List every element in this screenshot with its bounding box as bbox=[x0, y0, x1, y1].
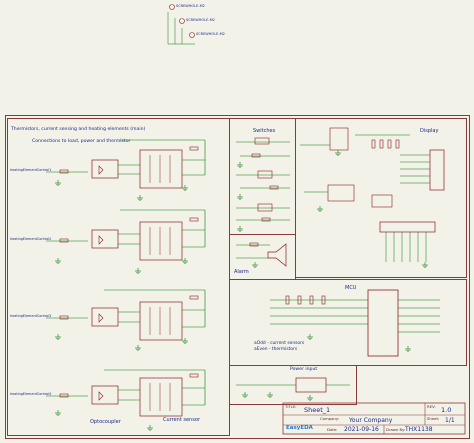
title-value: Sheet_1 bbox=[304, 406, 331, 414]
company-label: Company: bbox=[320, 416, 340, 421]
rev-label: REV: bbox=[427, 404, 436, 409]
sheet-label: Sheet: bbox=[427, 416, 440, 421]
company-value: Your Company bbox=[349, 417, 393, 424]
heating-channel-4 bbox=[46, 369, 206, 431]
mcu-circuit bbox=[270, 289, 440, 357]
schematic-canvas: SCREWHOLE-M2 SCREWHOLE-M2 SCREWHOLE-M2 T… bbox=[0, 0, 474, 443]
schematic-drawing bbox=[46, 4, 466, 435]
power-input-circuit bbox=[236, 377, 350, 401]
heating-channel-1 bbox=[46, 139, 206, 201]
display-circuit bbox=[300, 127, 445, 268]
rev-value: 1.0 bbox=[441, 406, 452, 414]
alarm-circuit bbox=[236, 242, 287, 268]
date-value: 2021-09-16 bbox=[344, 426, 379, 433]
heating-channel-2 bbox=[46, 209, 206, 274]
drawn-value: THX1138 bbox=[405, 426, 433, 433]
easyeda-logo: EasyEDA bbox=[286, 425, 313, 431]
heating-channel-3 bbox=[46, 289, 206, 351]
screwhole-symbols bbox=[167, 4, 195, 45]
date-label: Date: bbox=[327, 427, 338, 432]
title-label: TITLE: bbox=[285, 404, 297, 409]
sheet-value: 1/1 bbox=[445, 417, 455, 424]
switches-circuit bbox=[236, 137, 290, 232]
drawn-label: Drawn By: bbox=[386, 427, 406, 432]
